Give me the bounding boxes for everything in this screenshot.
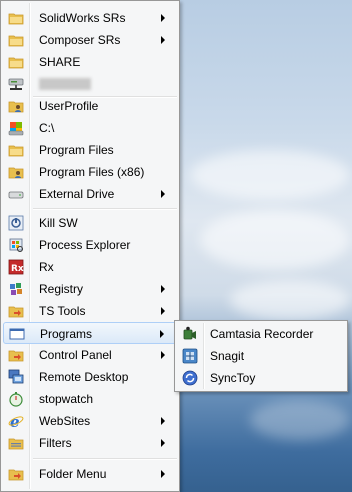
- camtasia-icon: [182, 326, 198, 342]
- menu-item-label: Program Files: [39, 143, 114, 157]
- folder-icon: [8, 54, 24, 70]
- menu-item-label: WebSites: [39, 414, 91, 428]
- submenu-item-camtasia-recorder[interactable]: Camtasia Recorder: [177, 323, 345, 345]
- menu-item-programs[interactable]: Programs: [3, 322, 177, 344]
- menu-item-label: stopwatch: [39, 392, 94, 406]
- folder-arrow-icon: [8, 466, 24, 482]
- menu-item-label: Folder Menu: [39, 467, 107, 481]
- menu-item-label: Filters: [39, 436, 72, 450]
- submenu-arrow-icon: [161, 190, 165, 198]
- submenu-arrow-icon: [161, 285, 165, 293]
- network-drive-icon: [8, 76, 24, 92]
- menu-separator: [33, 458, 177, 460]
- menu-item-share[interactable]: SHARE: [3, 51, 177, 73]
- user-folder-icon: [8, 164, 24, 180]
- menu-item-label: External Drive: [39, 187, 115, 201]
- menu-item-label: Process Explorer: [39, 238, 131, 252]
- cloud: [200, 210, 350, 270]
- folder-icon: [8, 10, 24, 26]
- menu-item-label: TS Tools: [39, 304, 86, 318]
- menu-item-label: Program Files (x86): [39, 165, 145, 179]
- menu-separator: [33, 208, 177, 210]
- menu-item-remote-desktop[interactable]: Remote Desktop: [3, 366, 177, 388]
- registry-icon: [8, 281, 24, 297]
- menu-item-label: SHARE: [39, 55, 81, 69]
- stopwatch-icon: [8, 391, 24, 407]
- menu-item-control-panel[interactable]: Control Panel: [3, 344, 177, 366]
- ie-icon: e: [8, 413, 24, 431]
- programs-icon: [9, 326, 25, 342]
- submenu-item-label: Camtasia Recorder: [210, 327, 314, 341]
- submenu-item-snagit[interactable]: Snagit: [177, 345, 345, 367]
- redacted-label: [39, 78, 91, 90]
- menu-item-folder-menu[interactable]: Folder Menu: [3, 463, 177, 485]
- user-folder-icon: [8, 98, 24, 114]
- drive-c-icon: [8, 120, 24, 136]
- menu-item-network-share[interactable]: [3, 73, 177, 95]
- menu-item-label: C:\: [39, 121, 55, 135]
- process-explorer-icon: [8, 237, 24, 253]
- synctoy-icon: [182, 370, 198, 386]
- menu-item-label: Registry: [39, 282, 84, 296]
- menu-item-label: Control Panel: [39, 348, 112, 362]
- kill-sw-icon: [8, 215, 24, 231]
- submenu-arrow-icon: [160, 330, 164, 338]
- menu-item-process-explorer[interactable]: Process Explorer: [3, 234, 177, 256]
- menu-item-solidworks-srs[interactable]: SolidWorks SRs: [3, 7, 177, 29]
- menu-item-label: Programs: [40, 327, 93, 341]
- remote-desktop-icon: [8, 369, 24, 385]
- external-drive-icon: [8, 186, 24, 202]
- submenu-item-synctoy[interactable]: SyncToy: [177, 367, 345, 389]
- cloud: [250, 400, 350, 440]
- menu-item-external-drive[interactable]: External Drive: [3, 183, 177, 205]
- menu-item-program-files-x86[interactable]: Program Files (x86): [3, 161, 177, 183]
- menu-item-kill-sw[interactable]: Kill SW: [3, 212, 177, 234]
- cloud: [230, 280, 350, 320]
- folder-arrow-icon: [8, 303, 24, 319]
- submenu-arrow-icon: [161, 36, 165, 44]
- submenu-item-label: SyncToy: [210, 371, 256, 385]
- menu-item-program-files[interactable]: Program Files: [3, 139, 177, 161]
- menu-item-filters[interactable]: Filters: [3, 432, 177, 454]
- submenu-arrow-icon: [161, 417, 165, 425]
- menu-item-label: Rx: [39, 260, 54, 274]
- context-menu: SolidWorks SRs Composer SRs SHARE UserPr…: [0, 0, 180, 492]
- menu-item-registry[interactable]: Registry: [3, 278, 177, 300]
- rx-icon: Rx: [8, 259, 24, 275]
- menu-item-composer-srs[interactable]: Composer SRs: [3, 29, 177, 51]
- menu-item-c-drive[interactable]: C:\: [3, 117, 177, 139]
- submenu-arrow-icon: [161, 307, 165, 315]
- cloud: [190, 150, 350, 200]
- snagit-icon: [182, 348, 198, 364]
- folder-icon: [8, 142, 24, 158]
- filters-icon: [8, 435, 24, 451]
- menu-item-userprofile[interactable]: UserProfile: [3, 95, 177, 117]
- menu-item-rx[interactable]: Rx Rx: [3, 256, 177, 278]
- menu-item-label: SolidWorks SRs: [39, 11, 126, 25]
- svg-text:e: e: [10, 413, 20, 429]
- folder-arrow-icon: [8, 347, 24, 363]
- menu-item-label: Remote Desktop: [39, 370, 129, 384]
- folder-icon: [8, 32, 24, 48]
- menu-item-label: Composer SRs: [39, 33, 121, 47]
- submenu-arrow-icon: [161, 439, 165, 447]
- submenu-arrow-icon: [161, 470, 165, 478]
- menu-item-stopwatch[interactable]: stopwatch: [3, 388, 177, 410]
- svg-text:Rx: Rx: [11, 264, 24, 274]
- menu-item-websites[interactable]: e WebSites: [3, 410, 177, 432]
- menu-item-ts-tools[interactable]: TS Tools: [3, 300, 177, 322]
- menu-item-label: UserProfile: [39, 99, 99, 113]
- submenu-arrow-icon: [161, 14, 165, 22]
- submenu-item-label: Snagit: [210, 349, 245, 363]
- programs-submenu: Camtasia Recorder Snagit SyncToy: [174, 320, 348, 392]
- submenu-arrow-icon: [161, 351, 165, 359]
- menu-item-label: Kill SW: [39, 216, 78, 230]
